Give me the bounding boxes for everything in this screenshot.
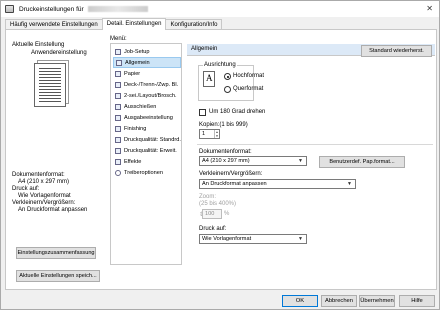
menu-list: Job-Setup Allgemein Papier Deck-/Trenn-/… bbox=[110, 43, 182, 265]
effects-icon bbox=[115, 158, 121, 165]
save-current-settings-button[interactable]: Aktuelle Einstellungen speich... bbox=[16, 270, 100, 282]
cover-sheet-icon bbox=[115, 81, 121, 88]
separator bbox=[197, 144, 433, 145]
quality-standard-icon bbox=[115, 136, 121, 143]
landscape-radio[interactable] bbox=[224, 86, 231, 93]
menu-item-quality-advanced[interactable]: Druckqualität: Erweit. bbox=[113, 145, 181, 156]
user-setting-label: Anwendereinstellung bbox=[31, 50, 87, 56]
menu-item-imposition[interactable]: Ausschießen bbox=[113, 101, 181, 112]
menu-item-label: Allgemein bbox=[125, 59, 150, 66]
zoom-stepper[interactable]: 100 bbox=[202, 209, 222, 219]
copies-stepper[interactable]: 1 ▲ ▼ bbox=[199, 129, 220, 139]
print-settings-window: Druckeinstellungen für ✕ Häufig verwende… bbox=[0, 0, 440, 310]
scale-value: An Druckformat anpassen bbox=[202, 181, 267, 187]
menu-item-label: Effekte bbox=[124, 158, 142, 165]
rotate-180-checkbox[interactable] bbox=[199, 109, 206, 116]
doc-format-value: A4 (210 x 297 mm) bbox=[202, 158, 250, 164]
menu-item-label: Deck-/Trenn-/Zwp. Bl. bbox=[124, 81, 179, 88]
portrait-page-icon: A bbox=[203, 71, 215, 87]
apply-button[interactable]: Übernehmen bbox=[359, 295, 395, 307]
paper-icon bbox=[115, 70, 121, 77]
portrait-label: Hochformat bbox=[233, 73, 265, 79]
left-scale-value: An Druckformat anpassen bbox=[18, 207, 88, 213]
help-button[interactable]: Hilfe bbox=[399, 295, 435, 307]
zoom-label: Zoom: bbox=[199, 194, 217, 200]
menu-item-general[interactable]: Allgemein bbox=[113, 57, 181, 68]
landscape-label: Querformat bbox=[233, 86, 264, 92]
chevron-down-icon: ▼ bbox=[298, 158, 303, 164]
tab-detailed-settings[interactable]: Detail. Einstellungen bbox=[101, 18, 167, 30]
copies-label: Kopien:(1 bis 999) bbox=[199, 122, 248, 128]
zoom-range-label: (25 bis 400%) bbox=[199, 201, 237, 207]
portrait-radio[interactable] bbox=[224, 73, 231, 80]
left-doc-format-value: A4 (210 x 297 mm) bbox=[18, 179, 70, 185]
quality-advanced-icon bbox=[115, 147, 121, 154]
chevron-down-icon: ▼ bbox=[298, 236, 303, 242]
menu-item-label: 2-sei./Layout/Brosch. bbox=[124, 92, 177, 99]
duplex-icon bbox=[115, 92, 121, 99]
left-scale-label: Verkleinern/Vergrößern: bbox=[12, 200, 76, 206]
title-bar: Druckeinstellungen für ✕ bbox=[1, 1, 439, 17]
menu-item-paper[interactable]: Papier bbox=[113, 68, 181, 79]
restore-defaults-button[interactable]: Standard wiederherst. bbox=[361, 45, 432, 57]
menu-item-label: Ausschießen bbox=[124, 103, 157, 110]
print-on-value: Wie Vorlagenformat bbox=[202, 236, 252, 242]
general-icon bbox=[116, 59, 122, 66]
job-setup-icon bbox=[115, 48, 121, 55]
menu-item-output-settings[interactable]: Ausgabeeinstellung bbox=[113, 112, 181, 123]
preview-paper-icon bbox=[34, 63, 66, 107]
menu-item-label: Treiberoptionen bbox=[124, 169, 163, 176]
window-title: Druckeinstellungen für bbox=[19, 5, 84, 13]
zoom-percent-label: % bbox=[224, 211, 230, 217]
menu-item-label: Job-Setup bbox=[124, 48, 150, 55]
printer-name-redacted bbox=[87, 6, 148, 12]
cancel-button[interactable]: Abbrechen bbox=[321, 295, 357, 307]
zoom-value: 100 bbox=[205, 211, 215, 217]
ok-button[interactable]: OK bbox=[282, 295, 318, 307]
chevron-down-icon: ▼ bbox=[347, 181, 352, 187]
left-print-on-value: Wie Vorlagenformat bbox=[18, 193, 71, 199]
doc-format-select[interactable]: A4 (210 x 297 mm) ▼ bbox=[199, 156, 307, 166]
rotate-180-label: Um 180 Grad drehen bbox=[209, 109, 266, 115]
menu-item-effects[interactable]: Effekte bbox=[113, 156, 181, 167]
printer-icon bbox=[5, 5, 14, 13]
menu-item-finishing[interactable]: Finishing bbox=[113, 123, 181, 134]
custom-paper-size-button[interactable]: Benutzerdef. Pap.format... bbox=[319, 156, 405, 168]
doc-format-label: Dokumentenformat: bbox=[199, 149, 252, 155]
menu-item-label: Druckqualität: Standrd. bbox=[124, 136, 181, 143]
menu-item-cover-sheets[interactable]: Deck-/Trenn-/Zwp. Bl. bbox=[113, 79, 181, 90]
output-icon bbox=[115, 114, 121, 121]
menu-item-driver-options[interactable]: Treiberoptionen bbox=[113, 167, 181, 178]
print-on-select[interactable]: Wie Vorlagenformat ▼ bbox=[199, 234, 307, 244]
left-print-on-label: Druck auf: bbox=[12, 186, 40, 192]
current-setting-label: Aktuelle Einstellung bbox=[12, 42, 65, 48]
gear-icon bbox=[115, 169, 121, 176]
settings-summary-button[interactable]: Einstellungszusammenfassung bbox=[16, 247, 96, 259]
scale-label: Verkleinern/Vergrößern: bbox=[199, 171, 263, 177]
copies-spin-arrows[interactable]: ▲ ▼ bbox=[214, 130, 219, 138]
scale-select[interactable]: An Druckformat anpassen ▼ bbox=[199, 179, 356, 189]
menu-item-label: Finishing bbox=[124, 125, 147, 132]
finishing-icon bbox=[115, 125, 121, 132]
menu-item-label: Papier bbox=[124, 70, 141, 77]
menu-item-label: Druckqualität: Erweit. bbox=[124, 147, 177, 154]
menu-item-quality-standard[interactable]: Druckqualität: Standrd. bbox=[113, 134, 181, 145]
copies-value: 1 bbox=[202, 131, 206, 137]
menu-item-duplex-layout[interactable]: 2-sei./Layout/Brosch. bbox=[113, 90, 181, 101]
panel-title: Allgemein bbox=[191, 46, 218, 52]
left-doc-format-label: Dokumentenformat: bbox=[12, 172, 65, 178]
menu-item-job-setup[interactable]: Job-Setup bbox=[113, 46, 181, 57]
imposition-icon bbox=[115, 103, 121, 110]
close-icon[interactable]: ✕ bbox=[426, 4, 433, 13]
orientation-label: Ausrichtung bbox=[203, 62, 237, 68]
print-on-label: Druck auf: bbox=[199, 226, 227, 232]
menu-label: Menü: bbox=[110, 36, 127, 42]
menu-item-label: Ausgabeeinstellung bbox=[124, 114, 173, 121]
